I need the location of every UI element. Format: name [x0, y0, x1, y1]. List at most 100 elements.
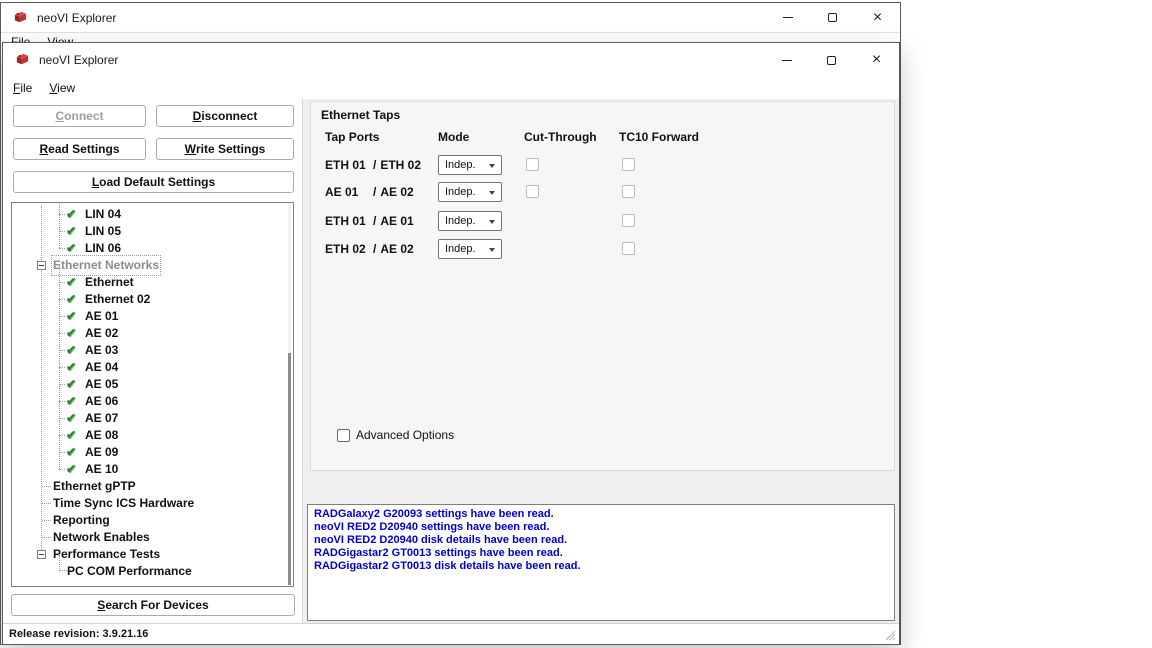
maximize-button[interactable]: [810, 3, 855, 32]
write-settings-button[interactable]: Write Settings: [156, 138, 294, 160]
tree-item-ethernet-02[interactable]: ✔Ethernet 02: [12, 291, 293, 308]
tree-item-label: AE 01: [85, 308, 118, 325]
enabled-check-icon: ✔: [66, 206, 76, 223]
tap-ports-label: AE 01/AE 02: [325, 182, 414, 202]
tc10-forward-checkbox[interactable]: [622, 242, 635, 255]
tap-ports-label: ETH 01/ETH 02: [325, 155, 421, 175]
enabled-check-icon: ✔: [66, 274, 76, 291]
tap-row-eth-02-ae-02: ETH 02/AE 02Indep.: [311, 239, 894, 259]
tree-item-network-enables[interactable]: Network Enables: [12, 529, 293, 546]
mode-select-value: Indep.: [445, 243, 476, 255]
tree-item-ethernet[interactable]: ✔Ethernet: [12, 274, 293, 291]
cut-through-checkbox[interactable]: [526, 158, 539, 171]
mode-select[interactable]: Indep.: [438, 182, 502, 202]
tree-item-ae-10[interactable]: ✔AE 10: [12, 461, 293, 478]
tap-row-ae-01-ae-02: AE 01/AE 02 Indep.: [311, 182, 894, 202]
tree-item-ae-03[interactable]: ✔AE 03: [12, 342, 293, 359]
collapse-minus-icon[interactable]: [37, 261, 46, 270]
enabled-check-icon: ✔: [66, 223, 76, 240]
disconnect-button[interactable]: Disconnect: [156, 105, 294, 127]
tree-item-label: Ethernet Networks: [53, 257, 159, 274]
back-titlebar[interactable]: neoVI Explorer ×: [1, 3, 900, 33]
tree-item-ae-06[interactable]: ✔AE 06: [12, 393, 293, 410]
read-settings-button[interactable]: Read Settings: [13, 138, 146, 160]
load-default-settings-button[interactable]: Load Default Settings: [13, 171, 294, 193]
tree-connector: [59, 469, 65, 470]
tree-item-time-sync-ics-hardware[interactable]: Time Sync ICS Hardware: [12, 495, 293, 512]
connect-button[interactable]: Connect: [13, 105, 146, 127]
tree-item-ae-05[interactable]: ✔AE 05: [12, 376, 293, 393]
close-button[interactable]: ×: [854, 43, 899, 77]
tree-item-ae-02[interactable]: ✔AE 02: [12, 325, 293, 342]
tap-row-eth-01-eth-02: ETH 01/ETH 02 Indep.: [311, 155, 894, 175]
tree-scrollbar[interactable]: [288, 203, 291, 586]
enabled-check-icon: ✔: [66, 359, 76, 376]
minimize-button[interactable]: [765, 3, 810, 32]
close-icon: ×: [872, 52, 881, 68]
app-icon: [13, 10, 29, 26]
tree-item-label: Time Sync ICS Hardware: [53, 495, 194, 512]
tree-scrollbar-thumb[interactable]: [288, 353, 291, 585]
maximize-button[interactable]: [809, 43, 854, 77]
tc10-forward-checkbox[interactable]: [622, 214, 635, 227]
search-for-devices-button[interactable]: Search For Devices: [11, 594, 295, 616]
settings-panel: Ethernet Taps Tap Ports Mode Cut-Through…: [302, 99, 899, 625]
tree-item-lin-04[interactable]: ✔LIN 04: [12, 206, 293, 223]
tree-connector: [59, 214, 65, 215]
log-line: neoVI RED2 D20940 settings have been rea…: [314, 521, 888, 534]
enabled-check-icon: ✔: [66, 240, 76, 257]
minimize-button[interactable]: [764, 43, 809, 77]
advanced-options[interactable]: Advanced Options: [337, 427, 454, 443]
tree-item-ae-01[interactable]: ✔ AE 01: [12, 308, 293, 325]
menu-view[interactable]: View: [49, 81, 75, 95]
advanced-options-checkbox[interactable]: [337, 429, 350, 442]
tree-item-ae-08[interactable]: ✔AE 08: [12, 427, 293, 444]
tree-item-performance-tests[interactable]: Performance Tests: [12, 546, 293, 563]
device-tree: ✔LIN 04✔LIN 05✔LIN 06Ethernet Networks✔E…: [11, 202, 294, 587]
tree-item-label: AE 06: [85, 393, 118, 410]
status-bar: Release revision: 3.9.21.16: [3, 623, 899, 644]
tree-item-pc-com-performance[interactable]: PC COM Performance: [12, 563, 293, 580]
tree-connector: [59, 452, 65, 453]
mode-select[interactable]: Indep.: [438, 155, 502, 175]
neovi-explorer-window: neoVI Explorer × File View Connect Disco…: [2, 42, 900, 645]
close-button[interactable]: ×: [855, 3, 900, 32]
titlebar[interactable]: neoVI Explorer ×: [3, 43, 899, 77]
tree-item-ae-09[interactable]: ✔AE 09: [12, 444, 293, 461]
tree-item-lin-06[interactable]: ✔LIN 06: [12, 240, 293, 257]
cut-through-checkbox[interactable]: [526, 185, 539, 198]
screen: neoVI Explorer × File View neoVI Exp: [0, 0, 1152, 648]
log-line: RADGigastar2 GT0013 disk details have be…: [314, 560, 888, 573]
mode-select[interactable]: Indep.: [438, 239, 502, 259]
enabled-check-icon: ✔: [66, 444, 76, 461]
menu-file[interactable]: File: [13, 81, 32, 95]
tree-item-label: Performance Tests: [53, 546, 160, 563]
tree-connector: [59, 435, 65, 436]
tree-connector: [59, 333, 65, 334]
column-header-mode: Mode: [438, 130, 469, 144]
resize-grip[interactable]: [885, 630, 896, 641]
tree-item-label: PC COM Performance: [67, 563, 192, 580]
tree-item-label: AE 07: [85, 410, 118, 427]
tree-item-ethernet-networks[interactable]: Ethernet Networks: [12, 257, 293, 274]
tree-connector: [59, 418, 65, 419]
collapse-minus-icon[interactable]: [37, 550, 46, 559]
tree-item-ae-07[interactable]: ✔AE 07: [12, 410, 293, 427]
enabled-check-icon: ✔: [66, 427, 76, 444]
tree-connector: [59, 367, 65, 368]
mode-select[interactable]: Indep.: [438, 211, 502, 231]
enabled-check-icon: ✔: [66, 376, 76, 393]
mode-select-value: Indep.: [445, 215, 476, 227]
tree-rows: ✔LIN 04✔LIN 05✔LIN 06Ethernet Networks✔E…: [12, 203, 293, 580]
tree-connector: [59, 401, 65, 402]
tree-connector: [59, 316, 65, 317]
tap-row-eth-01-ae-01: ETH 01/AE 01Indep.: [311, 211, 894, 231]
tree-item-ae-04[interactable]: ✔AE 04: [12, 359, 293, 376]
tc10-forward-checkbox[interactable]: [622, 185, 635, 198]
tree-item-ethernet-gptp[interactable]: Ethernet gPTP: [12, 478, 293, 495]
tree-item-lin-05[interactable]: ✔LIN 05: [12, 223, 293, 240]
tree-item-reporting[interactable]: Reporting: [12, 512, 293, 529]
enabled-check-icon: ✔: [66, 308, 76, 325]
tc10-forward-checkbox[interactable]: [622, 158, 635, 171]
tree-item-label: Ethernet gPTP: [53, 478, 136, 495]
